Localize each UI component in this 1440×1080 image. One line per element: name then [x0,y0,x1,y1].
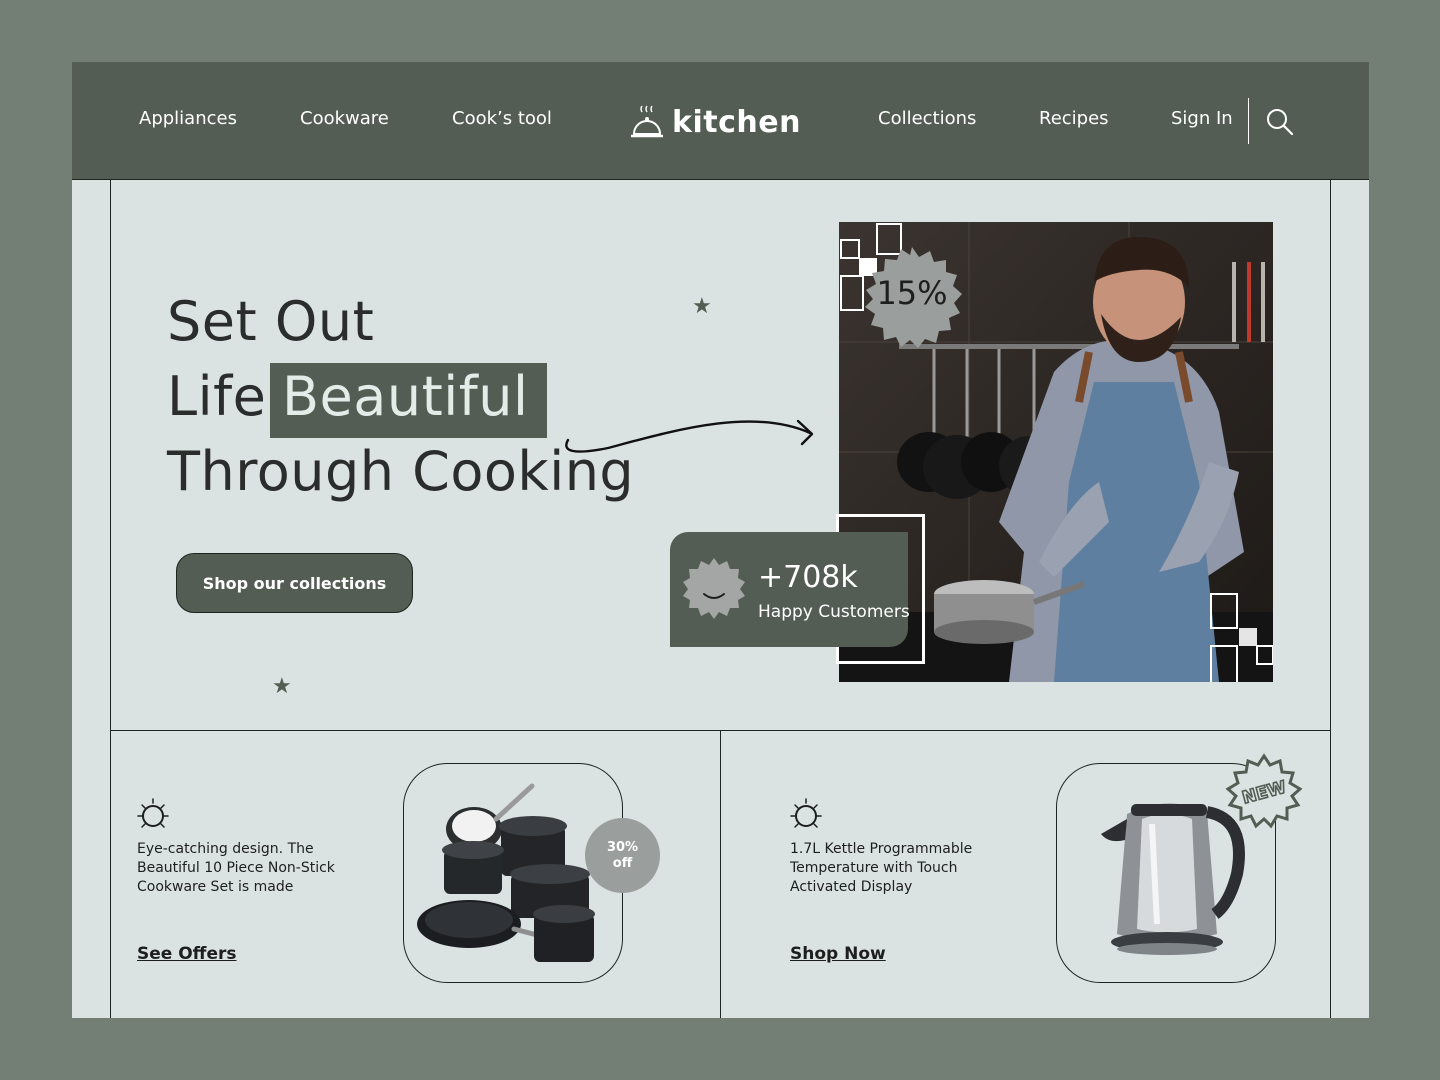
nav-recipes[interactable]: Recipes [1039,108,1109,129]
grid-line-product-divider [720,730,721,1018]
shop-collections-button[interactable]: Shop our collections [176,553,413,613]
discount-badge: 30% off [585,818,660,893]
grid-line-left [110,180,111,1018]
brand-name: kitchen [672,104,801,140]
page-frame: Appliances Cookware Cook’s tool kitchen … [72,62,1369,1018]
cloche-icon [631,105,663,138]
nav-sign-in[interactable]: Sign In [1171,108,1233,129]
smiley-badge-icon [683,558,745,619]
sun-icon [137,798,169,828]
hero-title-highlight: Beautiful [282,365,529,428]
product-description: 1.7L Kettle Programmable Temperature wit… [790,841,973,895]
see-offers-link[interactable]: See Offers [137,944,236,964]
search-icon[interactable] [1265,107,1295,137]
curved-arrow-icon [565,419,814,453]
star-icon: ★ [692,294,712,319]
nav-cooks-tool[interactable]: Cook’s tool [452,108,552,129]
discount-off: off [612,855,633,871]
shop-now-link[interactable]: Shop Now [790,944,886,964]
nav-appliances[interactable]: Appliances [139,108,237,129]
nav-cookware[interactable]: Cookware [300,108,389,129]
discount-percent: 30% [606,839,639,855]
star-icon: ★ [272,674,292,699]
brand-logo[interactable]: kitchen [630,104,801,140]
product-description: Eye-catching design. The Beautiful 10 Pi… [137,841,335,895]
nav-collections[interactable]: Collections [878,108,976,129]
stat-value: +708k [758,560,858,595]
sun-icon [790,798,822,828]
hero-title-line2: Life [167,365,267,428]
new-badge-icon: NEW [1225,753,1303,829]
nav-divider [1248,98,1249,144]
top-nav-bar: Appliances Cookware Cook’s tool kitchen … [72,62,1369,180]
hero-title-line1: Set Out [167,290,375,353]
grid-line-right [1330,180,1331,1018]
stat-label: Happy Customers [758,602,910,622]
photo-discount-label: 15% [876,274,948,312]
